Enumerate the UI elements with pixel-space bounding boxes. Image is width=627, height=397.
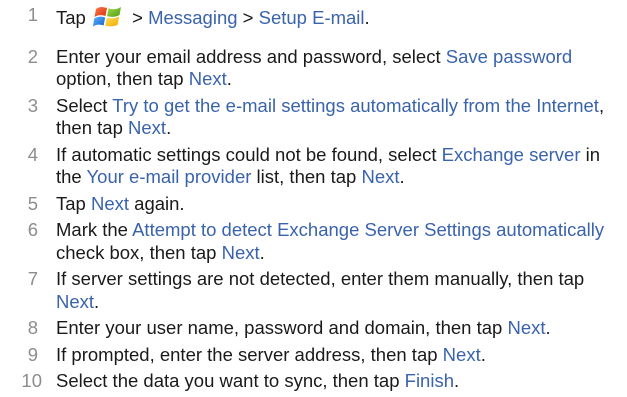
step-text: If server settings are not detected, ent… xyxy=(56,268,627,313)
ui-reference-link: Next xyxy=(56,290,95,312)
ui-reference-link: Next xyxy=(221,241,260,263)
step-text-segment: list, then tap xyxy=(251,166,362,187)
ui-reference-link: Next xyxy=(128,117,167,138)
step-text-segment: . xyxy=(480,343,486,365)
step-text: Enter your user name, password and domai… xyxy=(56,317,627,340)
step-item: 7 If server settings are not detected, en… xyxy=(0,268,627,313)
step-number: 9 xyxy=(27,343,38,365)
step-number: 7 xyxy=(27,268,38,289)
step-text-segment: . xyxy=(226,68,232,89)
step-text-segment: . xyxy=(545,317,551,338)
step-number: 3 xyxy=(27,94,38,116)
step-text: If automatic settings could not be found… xyxy=(56,144,627,189)
instruction-steps: 1 Tap > Messaging > Setup E-mail. 2 Enter y… xyxy=(0,4,627,397)
step-text-segment: Mark the xyxy=(56,219,133,240)
step-text-segment: option, then tap xyxy=(56,68,189,89)
step-text-segment: Select xyxy=(56,94,113,116)
step-text: Mark the Attempt to detect Exchange Serv… xyxy=(56,219,627,264)
ui-reference-link: Attempt to detect Exchange Server Settin… xyxy=(132,219,605,240)
ui-reference-link: Your e-mail provider xyxy=(86,166,252,187)
step-text-segment: Tap xyxy=(56,7,91,28)
step-item: 10 Select the data you want to sync, then… xyxy=(0,370,627,393)
step-item: 4 If automatic settings could not be foun… xyxy=(0,144,627,189)
step-item: 3 Select Try to get the e-mail settings a… xyxy=(0,95,627,140)
ui-reference-link: Next xyxy=(361,166,400,187)
step-item: 8 Enter your user name, password and doma… xyxy=(0,317,627,340)
ui-reference-link: Finish xyxy=(404,370,454,391)
step-text: Tap Next again. xyxy=(56,193,627,216)
step-text-segment: . xyxy=(94,290,100,312)
step-text-segment: If prompted, enter the server address, t… xyxy=(56,343,443,365)
ui-reference-link: Setup E-mail xyxy=(258,7,365,28)
step-text: Tap > Messaging > Setup E-mail. xyxy=(56,4,627,36)
ui-reference-link: Exchange server xyxy=(441,143,581,165)
step-number: 6 xyxy=(27,219,38,240)
step-item: 9 If prompted, enter the server address, … xyxy=(0,344,627,367)
ui-reference-link: Next xyxy=(188,68,227,89)
step-text: If prompted, enter the server address, t… xyxy=(56,344,627,367)
step-text-segment: If automatic settings could not be found… xyxy=(56,143,442,165)
step-text-segment: > xyxy=(237,7,259,28)
step-number: 4 xyxy=(27,143,38,165)
step-item: 2 Enter your email address and password, … xyxy=(0,46,627,91)
step-text-segment: check box, then tap xyxy=(56,241,222,263)
ui-reference-link: Next xyxy=(507,317,546,338)
step-number: 5 xyxy=(27,192,38,214)
step-text-segment: . xyxy=(399,166,405,187)
step-text: Select Try to get the e-mail settings au… xyxy=(56,95,627,140)
step-text-segment: . xyxy=(166,117,172,138)
step-text-segment: > xyxy=(126,7,149,28)
windows-start-icon xyxy=(92,4,123,36)
ui-reference-link: Save password xyxy=(445,45,573,67)
ui-reference-link: Try to get the e-mail settings automatic… xyxy=(112,94,599,116)
step-number: 10 xyxy=(21,370,42,391)
step-text-segment: Tap xyxy=(56,192,91,214)
step-text-segment: Select the data you want to sync, then t… xyxy=(56,370,405,391)
step-number: 2 xyxy=(27,45,38,67)
ui-reference-link: Next xyxy=(442,343,481,365)
step-text-segment: Enter your user name, password and domai… xyxy=(56,317,508,338)
ui-reference-link: Messaging xyxy=(148,7,238,28)
step-text-segment: . xyxy=(259,241,265,263)
ui-reference-link: Next xyxy=(90,192,130,214)
step-text-segment: If server settings are not detected, ent… xyxy=(56,268,585,289)
step-number: 1 xyxy=(27,4,38,25)
step-text-segment: . xyxy=(454,370,460,391)
step-item: 5 Tap Next again. xyxy=(0,193,627,216)
step-text-segment: Enter your email address and password, s… xyxy=(56,45,446,67)
step-number: 8 xyxy=(27,317,38,338)
step-text-segment: again. xyxy=(129,192,185,214)
step-item: 6 Mark the Attempt to detect Exchange Ser… xyxy=(0,219,627,264)
step-item: 1 Tap > Messaging > Setup E-mail. xyxy=(0,4,627,36)
step-text: Enter your email address and password, s… xyxy=(56,46,627,91)
step-text: Select the data you want to sync, then t… xyxy=(56,370,627,393)
step-text-segment: . xyxy=(364,7,370,28)
